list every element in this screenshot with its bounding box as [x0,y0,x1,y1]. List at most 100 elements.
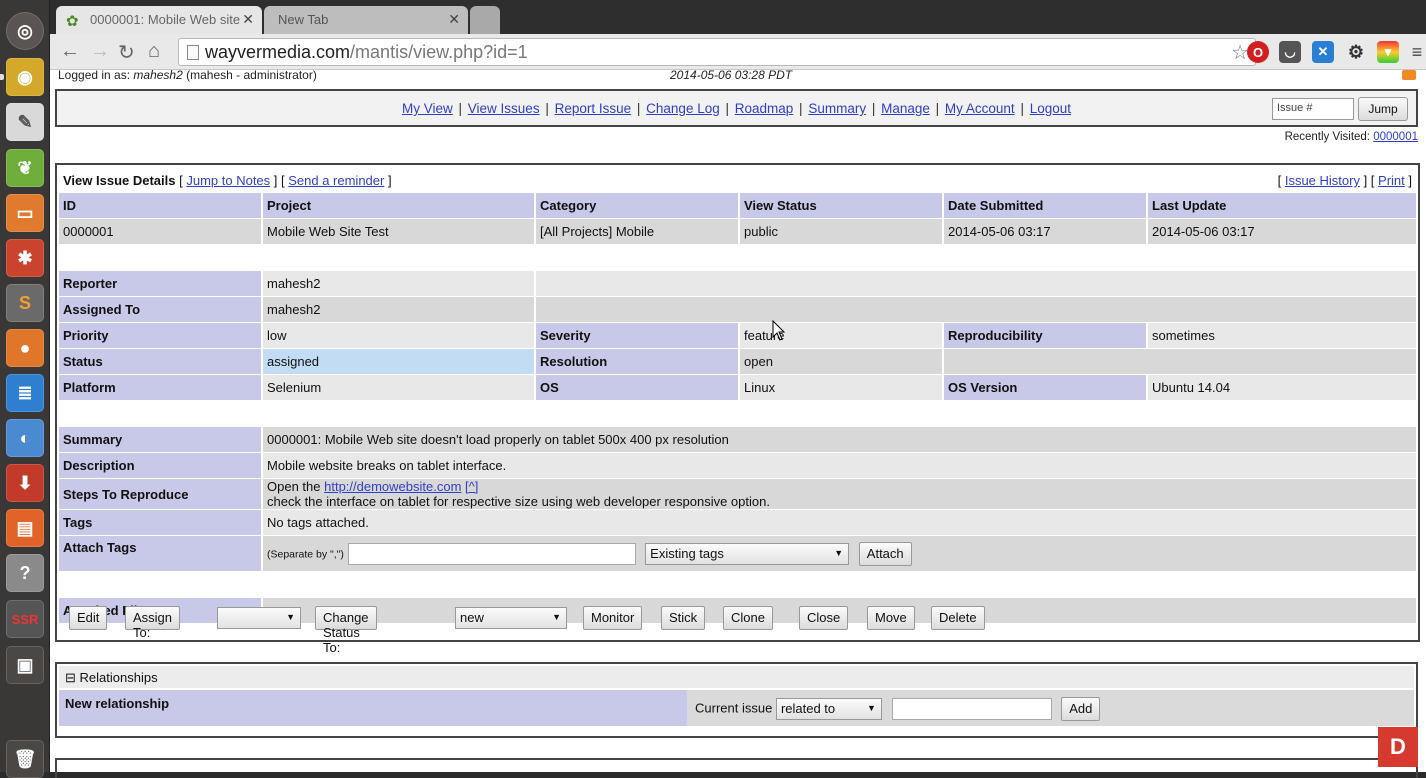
trash-launcher-icon[interactable]: 🗑 [6,740,44,778]
close-button[interactable]: Close [799,606,849,630]
relation-type-select[interactable]: related to ▼ [775,698,882,720]
login-prefix: Logged in as: [58,68,131,82]
writer-launcher-icon[interactable]: ≣ [6,374,44,412]
jump-button[interactable]: Jump [1358,97,1408,121]
header-project: Project [263,193,536,219]
close-tab-icon[interactable]: ✕ [242,11,254,28]
browser-toolbar: ← → ↻ ⌂ wayvermedia.com/mantis/view.php?… [50,34,1426,70]
issue-id: 0000001 [59,219,263,245]
issue-history-link[interactable]: Issue History [1285,173,1360,188]
firefox-launcher-icon[interactable]: ● [6,329,44,367]
opera-extension-icon[interactable]: O [1247,41,1269,63]
chrome-launcher-icon[interactable]: ◉ [6,58,44,96]
status-value: assigned [263,349,536,375]
mouse-cursor-icon [772,320,786,341]
home-icon[interactable]: ⌂ [148,40,160,63]
attach-button[interactable]: Attach [858,541,912,566]
text-editor-launcher-icon[interactable]: ✎ [6,103,44,141]
demo-website-link[interactable]: http://demowebsite.com [324,479,461,494]
tab-new-tab[interactable]: New Tab ✕ [264,6,468,34]
leaf-app-launcher-icon[interactable]: ❦ [6,149,44,187]
forward-icon[interactable]: → [90,40,110,63]
assign-to-button[interactable]: Assign To: [125,606,181,640]
settings-launcher-icon[interactable]: ✱ [6,239,44,277]
edit-button[interactable]: Edit [69,606,108,630]
related-issue-input[interactable] [891,698,1052,720]
steps-label: Steps To Reproduce [59,479,263,510]
rss-icon[interactable] [1402,70,1416,80]
assigned-to-label: Assigned To [59,297,263,323]
bridge-extension-icon[interactable]: ✕ [1312,41,1334,63]
issue-details-table: ID Project Category View Status Date Sub… [59,193,1418,624]
menu-summary[interactable]: Summary [808,101,866,116]
existing-tags-select[interactable]: Existing tags ▼ [645,542,850,565]
collapse-icon[interactable]: ⊟ [65,670,76,685]
clone-button[interactable]: Clone [723,606,773,630]
menu-view-issues[interactable]: View Issues [468,101,540,116]
next-panel [55,758,1418,778]
dropdown-arrow-icon: ▼ [867,703,876,713]
monitor-button[interactable]: Monitor [583,606,643,630]
menu-report-issue[interactable]: Report Issue [555,101,632,116]
workspace-launcher-icon[interactable]: ▣ [6,646,44,684]
colorful-extension-icon[interactable]: ▾ [1377,41,1399,63]
ubuntu-launcher: ◎ ◉ ✎ ❦ ▭ ✱ S ● ≣ ◐ ⬇ ▤ ? SSR ▣ 🗑 [0,0,50,778]
relationships-header[interactable]: ⊟ Relationships [59,666,1414,688]
recent-issue-link[interactable]: 0000001 [1373,131,1418,143]
dash-home-icon[interactable]: ◎ [6,12,44,50]
menu-my-view[interactable]: My View [402,101,453,116]
header-id: ID [59,193,263,219]
attach-tags-label: Attach Tags [59,536,263,572]
table-row: Platform Selenium OS Linux OS Version Ub… [59,375,1418,401]
ssr-launcher-icon[interactable]: SSR [6,600,44,638]
open-new-window-link[interactable]: [^] [465,479,478,494]
table-row: Summary 0000001: Mobile Web site doesn't… [59,427,1418,453]
close-tab-icon[interactable]: ✕ [448,11,460,28]
pocket-extension-icon[interactable]: ◡ [1279,41,1301,63]
tags-value: No tags attached. [263,510,1418,536]
issue-date-submitted: 2014-05-06 03:17 [944,219,1148,245]
jump-to-notes-link[interactable]: Jump to Notes [186,173,270,188]
help-launcher-icon[interactable]: ? [6,554,44,592]
add-relationship-button[interactable]: Add [1061,697,1101,721]
print-link[interactable]: Print [1378,173,1405,188]
assign-to-select[interactable]: ▼ [217,607,301,629]
menu-manage[interactable]: Manage [881,101,930,116]
move-button[interactable]: Move [867,606,915,630]
steps-line-2: check the interface on tablet for respec… [267,494,770,509]
os-value: Linux [740,375,944,401]
menu-my-account[interactable]: My Account [945,101,1015,116]
menu-roadmap[interactable]: Roadmap [735,101,794,116]
sublime-launcher-icon[interactable]: S [6,284,44,322]
url-host: wayvermedia.com [205,42,351,62]
reload-icon[interactable]: ↻ [118,40,135,65]
address-bar[interactable]: wayvermedia.com/mantis/view.php?id=1 ☆ [178,38,1256,66]
stick-button[interactable]: Stick [661,606,706,630]
menu-icon[interactable]: ≡ [1406,41,1426,63]
installer-launcher-icon[interactable]: ⬇ [6,464,44,502]
back-icon[interactable]: ← [60,40,80,63]
menu-logout[interactable]: Logout [1030,101,1071,116]
current-time: 2014-05-06 03:28 PDT [670,68,793,82]
delete-button[interactable]: Delete [931,606,985,630]
relationships-panel: ⊟ Relationships New relationship Current… [55,662,1418,738]
tag-input[interactable] [347,542,636,565]
globe-launcher-icon[interactable]: ◐ [6,419,44,457]
tab-active[interactable]: ✿ 0000001: Mobile Web site ✕ [56,6,262,34]
table-row: Attach Tags (Separate by ",") Existing t… [59,536,1418,572]
mantis-favicon-icon: ✿ [66,13,79,30]
separate-hint: (Separate by ",") [267,547,344,560]
main-menu: My View | View Issues | Report Issue | C… [55,89,1418,127]
menu-change-log[interactable]: Change Log [646,101,720,116]
status-select[interactable]: new ▼ [455,607,567,629]
new-tab-button[interactable] [470,6,500,34]
url-path: /mantis/view.php?id=1 [350,42,528,62]
software-center-launcher-icon[interactable]: ▤ [6,509,44,547]
files-launcher-icon[interactable]: ▭ [6,194,44,232]
relation-type-value: related to [780,701,836,716]
change-status-button[interactable]: Change Status To: [315,606,377,655]
gear-extension-icon[interactable]: ⚙ [1345,41,1367,63]
header-view-status: View Status [740,193,944,219]
send-reminder-link[interactable]: Send a reminder [288,173,384,188]
issue-number-input[interactable]: Issue # [1272,98,1354,120]
